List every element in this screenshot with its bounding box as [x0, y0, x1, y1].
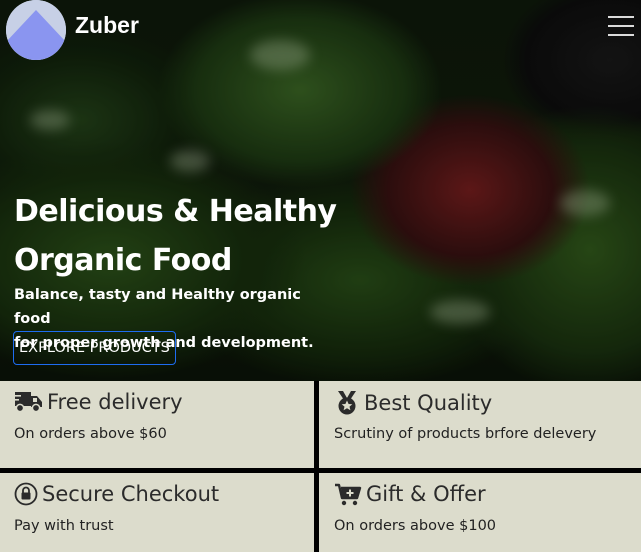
logo[interactable]: [6, 0, 66, 60]
feature-desc: Scrutiny of products brfore delevery: [334, 426, 597, 442]
hero-subtext-line1: Balance, tasty and Healthy organic food: [14, 287, 301, 327]
feature-title-text: Gift & Offer: [366, 482, 486, 506]
feature-card-checkout: Secure Checkout Pay with trust: [0, 473, 314, 552]
feature-title: Best Quality: [334, 390, 492, 416]
menu-toggle-icon[interactable]: [608, 16, 634, 38]
feature-title: Gift & Offer: [334, 482, 486, 506]
logo-icon: [6, 0, 66, 60]
feature-desc: On orders above $60: [14, 426, 167, 442]
feature-desc: On orders above $100: [334, 518, 497, 534]
feature-title: Secure Checkout: [14, 482, 219, 506]
features-grid: Free delivery On orders above $60 Best Q…: [0, 381, 641, 552]
hero-headline-line1: Delicious & Healthy: [14, 194, 337, 229]
medal-icon: [338, 391, 356, 415]
feature-title: Free delivery: [14, 390, 183, 414]
lock-icon: [14, 482, 38, 506]
feature-card-gift: Gift & Offer On orders above $100: [319, 473, 641, 552]
truck-icon: [14, 392, 42, 413]
feature-title-text: Best Quality: [364, 391, 493, 415]
feature-desc: Pay with trust: [14, 518, 114, 534]
hero-headline-line2: Organic Food: [14, 243, 232, 278]
cart-plus-icon: [335, 483, 362, 506]
feature-card-delivery: Free delivery On orders above $60: [0, 381, 314, 468]
feature-title-text: Free delivery: [47, 390, 183, 414]
explore-products-button[interactable]: EXPLORE PRODUCTS: [13, 331, 176, 365]
brand-name[interactable]: Zuber: [75, 12, 139, 39]
feature-title-text: Secure Checkout: [42, 482, 220, 506]
hero-headline: Delicious & Healthy Organic Food: [14, 187, 344, 285]
hero-banner: Zuber Delicious & Healthy Organic Food B…: [0, 0, 641, 381]
feature-card-quality: Best Quality Scrutiny of products brfore…: [319, 381, 641, 468]
